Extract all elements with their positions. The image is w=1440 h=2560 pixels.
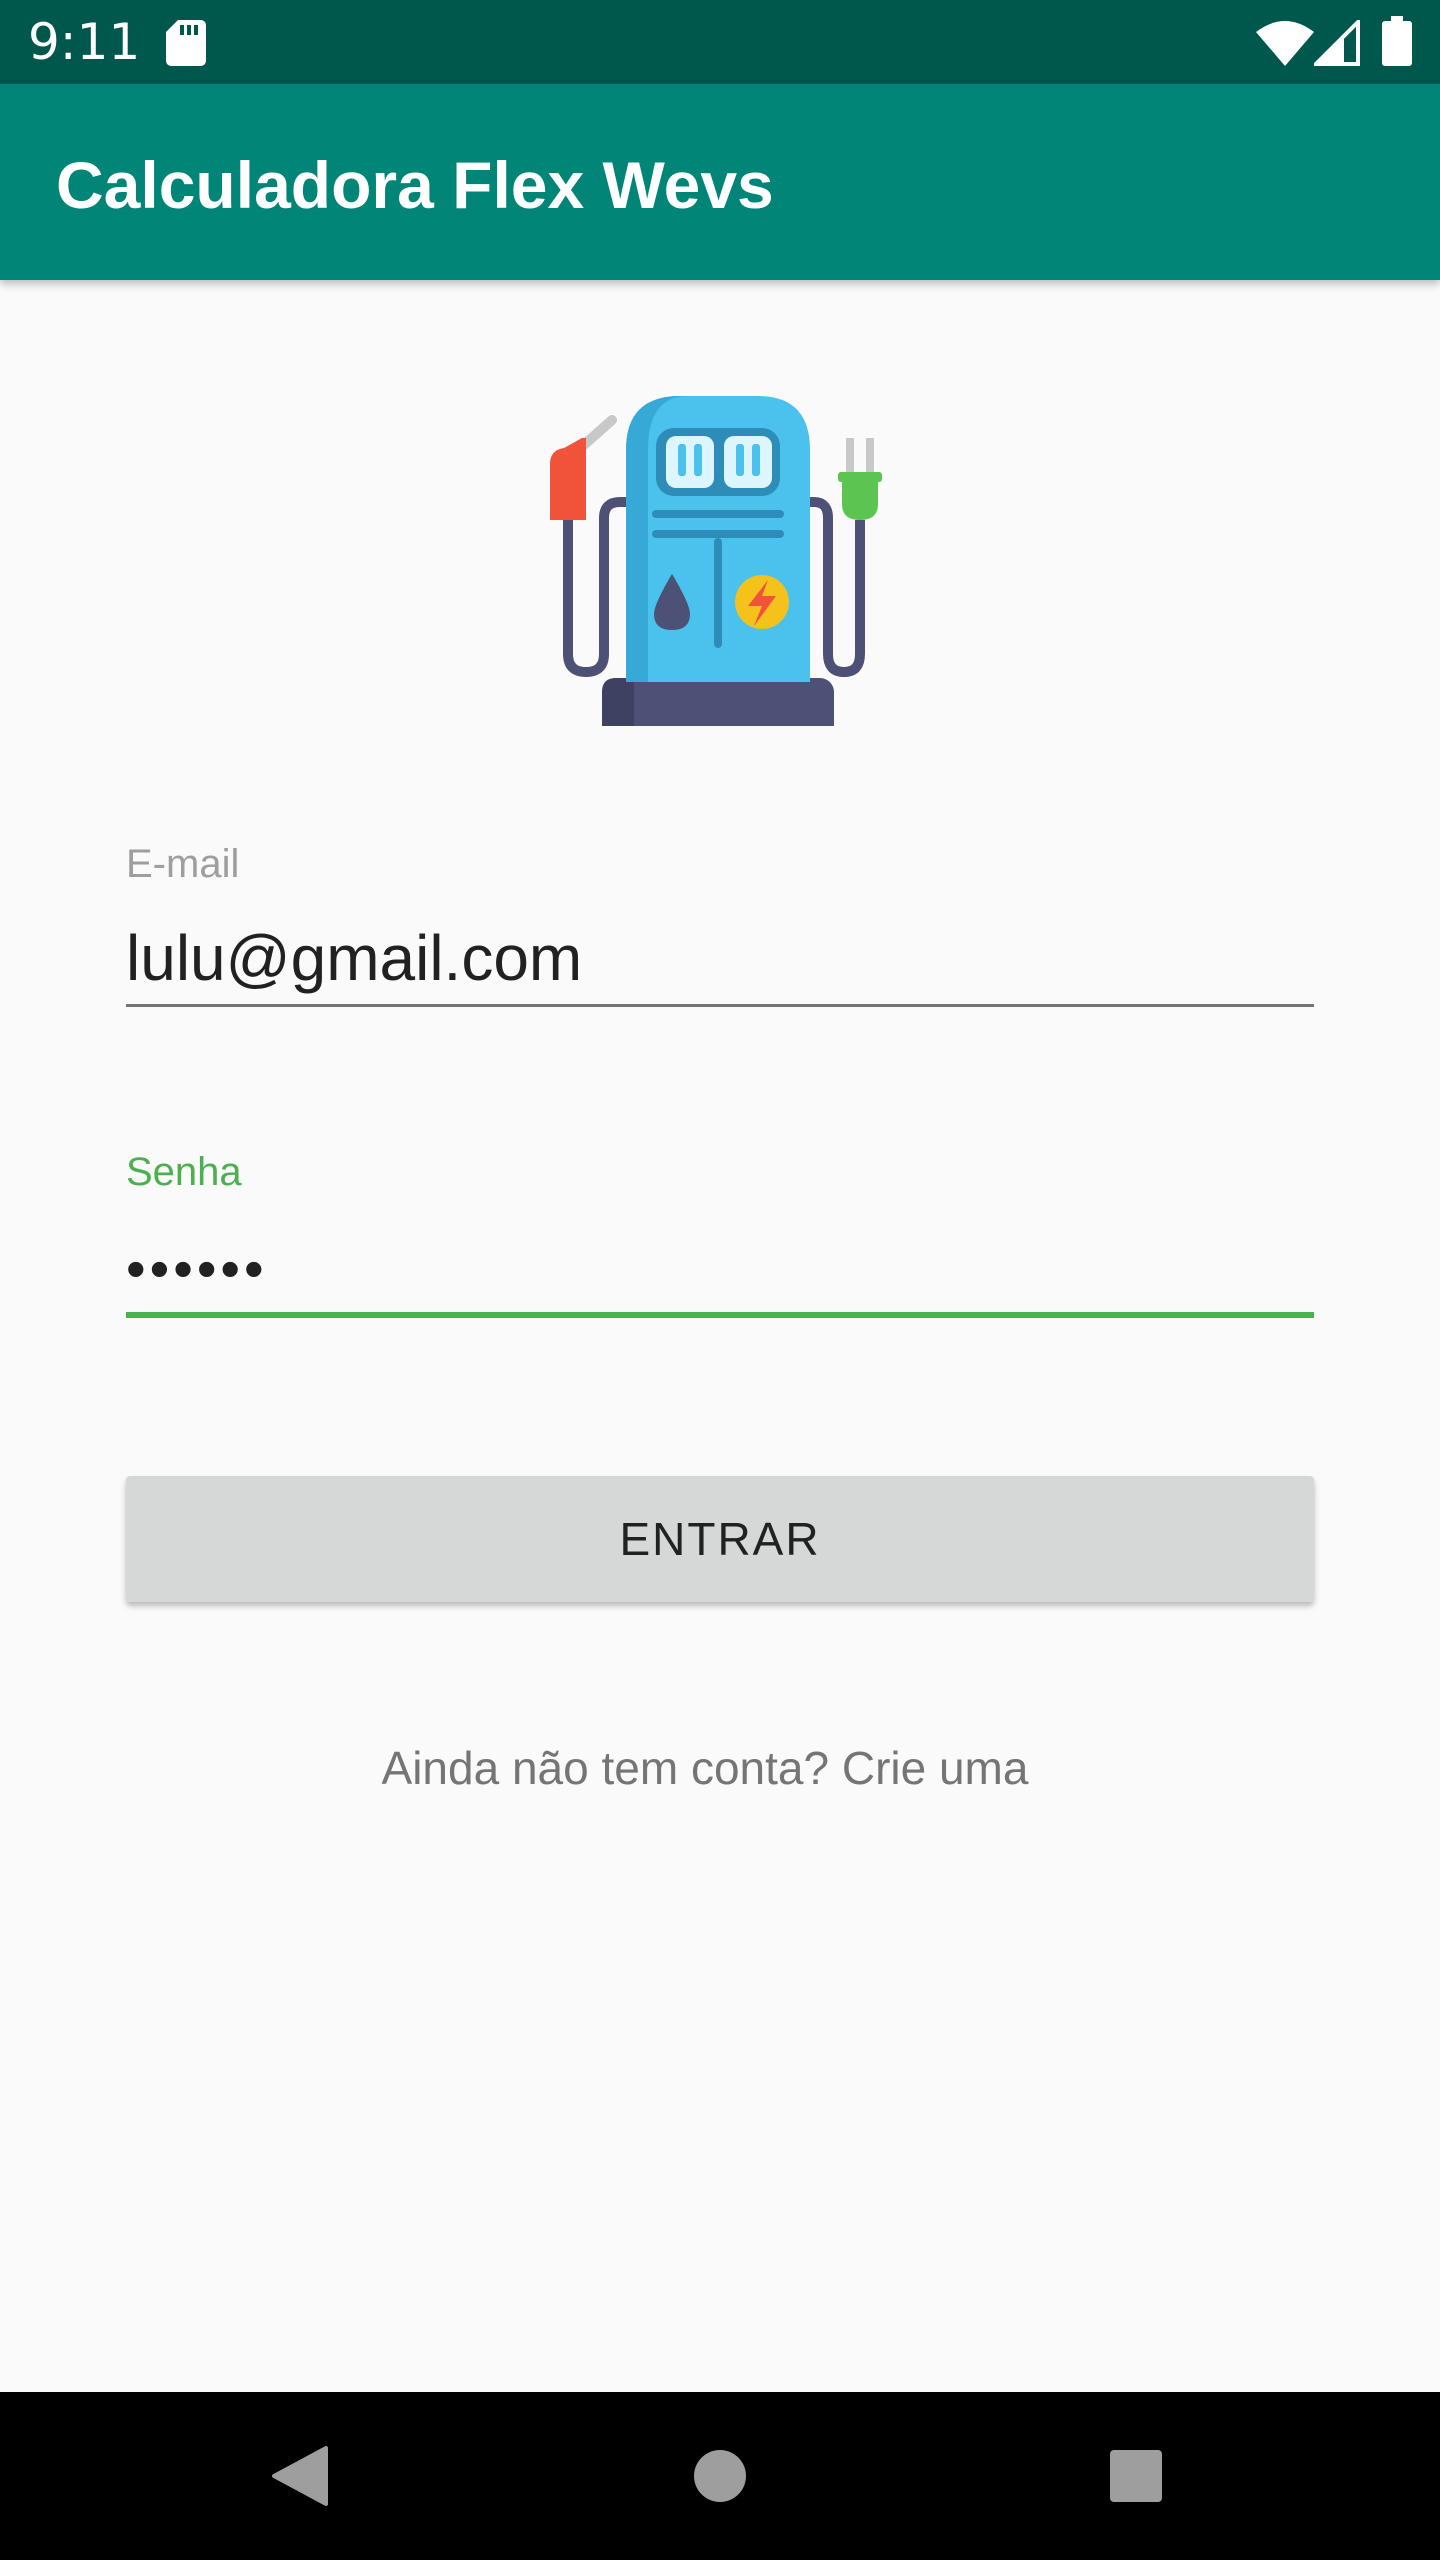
email-underline xyxy=(126,1004,1314,1007)
status-time: 9:11 xyxy=(28,13,141,71)
battery-icon xyxy=(1382,16,1412,66)
password-label: Senha xyxy=(126,1150,242,1194)
wifi-icon xyxy=(1256,21,1314,66)
signal-icon xyxy=(1314,20,1360,66)
app-title: Calculadora Flex Wevs xyxy=(56,148,774,222)
sd-card-icon xyxy=(166,20,206,66)
status-bar: 9:11 xyxy=(0,0,1440,84)
recents-icon[interactable] xyxy=(1108,2448,1164,2504)
home-icon[interactable] xyxy=(692,2448,748,2504)
fuel-pump-ev-charger-icon xyxy=(550,396,882,726)
back-icon[interactable] xyxy=(270,2444,334,2508)
password-underline xyxy=(126,1312,1314,1318)
password-input[interactable] xyxy=(126,1226,1314,1310)
signup-link[interactable]: Ainda não tem conta? Crie uma xyxy=(0,1740,1410,1796)
enter-button[interactable]: ENTRAR xyxy=(126,1476,1314,1602)
email-label: E-mail xyxy=(126,842,240,886)
app-bar: Calculadora Flex Wevs xyxy=(0,84,1440,280)
email-input[interactable] xyxy=(126,916,1314,1000)
